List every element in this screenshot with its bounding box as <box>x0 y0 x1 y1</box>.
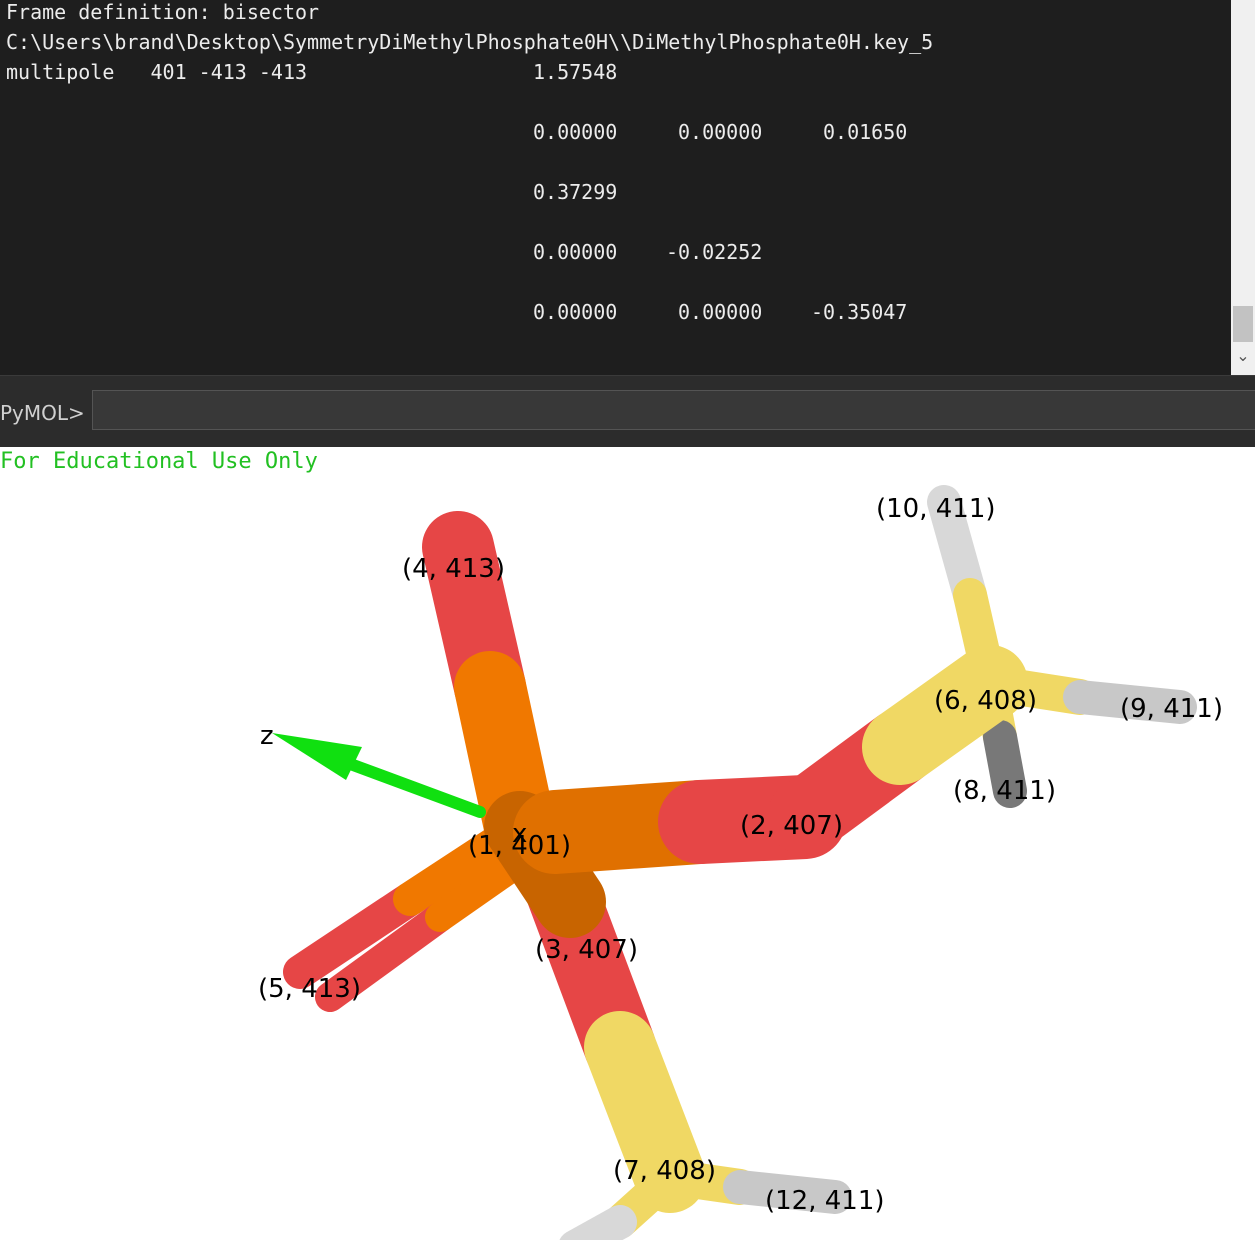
console-line-frame: Frame definition: bisector <box>6 0 320 24</box>
atom-label-4: (4, 413) <box>402 554 505 584</box>
console-scrollbar[interactable] <box>1231 0 1255 375</box>
output-console: Frame definition: bisector C:\Users\bran… <box>0 0 1231 375</box>
atom-label-10: (10, 411) <box>876 494 996 524</box>
atom-label-8: (8, 411) <box>953 776 1056 806</box>
atom-label-7: (7, 408) <box>613 1156 716 1186</box>
multipole-value: -0.35047 <box>811 300 908 324</box>
console-line-multipole: multipole 401 -413 -413 <box>6 60 308 84</box>
watermark-text: For Educational Use Only <box>0 449 318 474</box>
multipole-value: 1.57548 <box>533 60 618 84</box>
atom-label-3: (3, 407) <box>535 935 638 965</box>
bond-7-h <box>558 1160 687 1244</box>
multipole-value: 0.00000 <box>533 240 618 264</box>
molecule-viewport[interactable]: z x (10, 411) (4, 413) (6, 408) (9, 411)… <box>0 447 1255 1244</box>
multipole-value: 0.00000 <box>678 120 763 144</box>
atom-label-6: (6, 408) <box>934 686 1037 716</box>
multipole-value: 0.00000 <box>678 300 763 324</box>
axis-label-z: z <box>260 721 274 751</box>
atom-label-1: (1, 401) <box>468 831 571 861</box>
multipole-value: 0.37299 <box>533 180 618 204</box>
multipole-value: 0.01650 <box>823 120 908 144</box>
command-input[interactable] <box>92 390 1255 430</box>
bond-4-1 <box>422 511 556 863</box>
multipole-value: 0.00000 <box>533 300 618 324</box>
console-line-path: C:\Users\brand\Desktop\SymmetryDiMethylP… <box>6 30 934 54</box>
atom-label-9: (9, 411) <box>1120 694 1223 724</box>
scroll-down-icon[interactable]: ⌄ <box>1235 345 1251 367</box>
molecule-viewer[interactable]: z x (10, 411) (4, 413) (6, 408) (9, 411)… <box>0 447 1255 1244</box>
atom-label-12: (12, 411) <box>765 1186 885 1216</box>
atom-label-5: (5, 413) <box>258 974 361 1004</box>
atom-label-2: (2, 407) <box>740 811 843 841</box>
multipole-value: 0.00000 <box>533 120 618 144</box>
command-prompt-label: PyMOL> <box>0 401 85 425</box>
z-axis-arrow <box>272 733 486 818</box>
scrollbar-thumb[interactable] <box>1233 306 1253 342</box>
multipole-value: -0.02252 <box>666 240 763 264</box>
